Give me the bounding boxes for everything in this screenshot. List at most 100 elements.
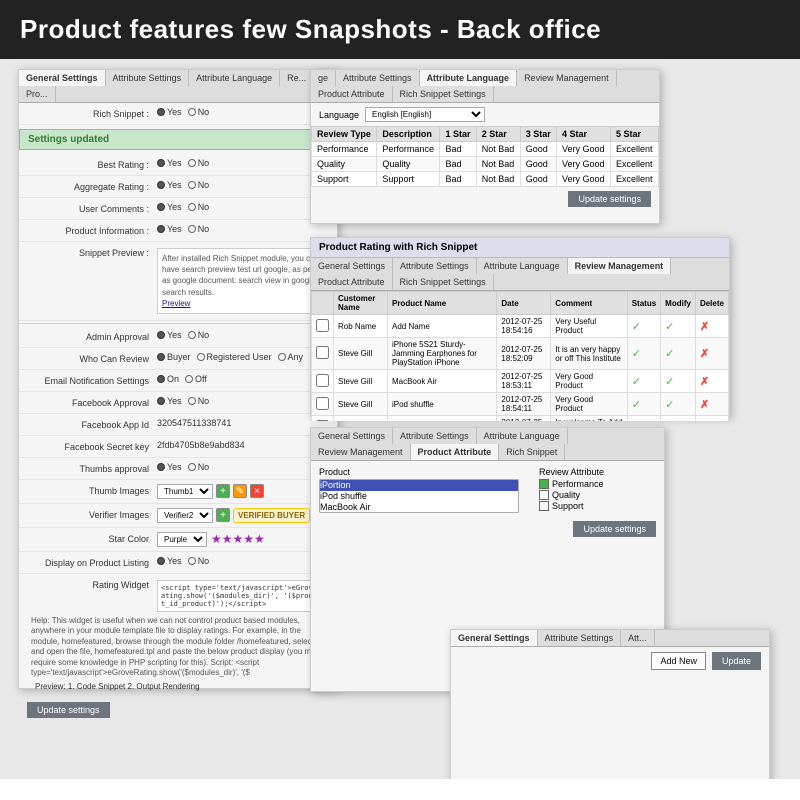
- review-checkbox[interactable]: [316, 420, 329, 422]
- thumb-edit-btn[interactable]: ✎: [233, 484, 247, 498]
- tab-general-settings[interactable]: General Settings: [19, 70, 106, 86]
- tab-pa-product[interactable]: Product Attribute: [411, 444, 500, 460]
- review-checkbox[interactable]: [316, 374, 329, 387]
- tab-r-rich[interactable]: Rich Snippet Settings: [393, 274, 494, 290]
- star-color-select[interactable]: Purple: [157, 532, 207, 547]
- add-new-btn[interactable]: Add New: [651, 652, 706, 670]
- thumbs-yes[interactable]: Yes: [157, 462, 182, 472]
- update-settings-btn[interactable]: Update settings: [27, 702, 110, 718]
- email-on[interactable]: On: [157, 374, 179, 384]
- aggregate-no[interactable]: No: [188, 180, 210, 190]
- any-opt[interactable]: Any: [278, 352, 304, 362]
- preview-label: Preview: 1. Code Snippet 2. Output Rende…: [27, 680, 208, 693]
- review-col-header: Delete: [695, 292, 728, 315]
- product-attr-update-btn[interactable]: Update settings: [573, 521, 656, 537]
- tab-al-general[interactable]: ge: [311, 70, 336, 86]
- best-rating-yes[interactable]: Yes: [157, 158, 182, 168]
- tab-al-rich[interactable]: Rich Snippet Settings: [393, 86, 494, 102]
- review-table-cell: iPod shuffle: [387, 393, 496, 416]
- review-checkbox[interactable]: [316, 346, 329, 359]
- listing-no[interactable]: No: [188, 556, 210, 566]
- attr-lang-cell: Support: [312, 172, 377, 187]
- thumb-add-btn[interactable]: +: [216, 484, 230, 498]
- tab-attribute-settings[interactable]: Attribute Settings: [106, 70, 190, 86]
- product-option-1[interactable]: iPod shuffle: [320, 491, 518, 502]
- attr-quality[interactable]: Quality: [539, 490, 604, 500]
- product-option-0[interactable]: iPortion: [320, 480, 518, 491]
- tab-r-lang[interactable]: Attribute Language: [477, 258, 568, 274]
- tab-product-attribute[interactable]: Pro...: [19, 86, 56, 102]
- attr-lang-table: Review Type Description 1 Star 2 Star 3 …: [311, 126, 659, 187]
- tab-rt-more[interactable]: Att...: [621, 630, 655, 646]
- product-select[interactable]: iPortion iPod shuffle MacBook Air: [319, 479, 519, 513]
- tab-r-general[interactable]: General Settings: [311, 258, 393, 274]
- settings-updated-banner: Settings updated: [19, 129, 337, 150]
- verifier-images-value: Verifier2 + VERIFIED BUYER: [157, 508, 329, 523]
- verifier-select[interactable]: Verifier2: [157, 508, 213, 523]
- tab-r-product[interactable]: Product Attribute: [311, 274, 393, 290]
- perf-checkbox[interactable]: [539, 479, 549, 489]
- qual-label: Quality: [552, 490, 580, 500]
- tab-pa-attr[interactable]: Attribute Settings: [393, 428, 477, 444]
- tab-pa-rich[interactable]: Rich Snippet: [499, 444, 565, 460]
- lang-select[interactable]: English [English]: [365, 107, 485, 122]
- user-comments-no[interactable]: No: [188, 202, 210, 212]
- qual-checkbox[interactable]: [539, 490, 549, 500]
- thumb-delete-btn[interactable]: ×: [250, 484, 264, 498]
- tab-r-attr[interactable]: Attribute Settings: [393, 258, 477, 274]
- tab-al-review[interactable]: Review Management: [517, 70, 617, 86]
- product-option-2[interactable]: MacBook Air: [320, 502, 518, 513]
- rich-snippet-no[interactable]: No: [188, 107, 210, 117]
- admin-approval-no[interactable]: No: [188, 330, 210, 340]
- product-info-no[interactable]: No: [188, 224, 210, 234]
- composite-area: General Settings Attribute Settings Attr…: [0, 59, 800, 779]
- best-rating-label: Best Rating :: [27, 158, 157, 170]
- tab-al-lang[interactable]: Attribute Language: [420, 70, 518, 86]
- attr-lang-cell: Performance: [312, 142, 377, 157]
- review-table-cell: 2012-07-25 18:54:16: [497, 315, 551, 338]
- check-icon: ✓: [665, 321, 674, 333]
- registered-opt[interactable]: Registered User: [197, 352, 272, 362]
- listing-yes[interactable]: Yes: [157, 556, 182, 566]
- attr-performance[interactable]: Performance: [539, 479, 604, 489]
- tab-r-review[interactable]: Review Management: [568, 258, 672, 274]
- rating-widget-row: Rating Widget <script type='text/javascr…: [19, 574, 337, 698]
- thumb-images-select[interactable]: Thumb1: [157, 484, 213, 499]
- aggregate-yes[interactable]: Yes: [157, 180, 182, 190]
- product-info-yes[interactable]: Yes: [157, 224, 182, 234]
- attr-lang-update-btn[interactable]: Update settings: [568, 191, 651, 207]
- buyer-opt[interactable]: Buyer: [157, 352, 191, 362]
- verifier-add-btn[interactable]: +: [216, 508, 230, 522]
- rich-snippet-yes[interactable]: Yes: [157, 107, 182, 117]
- preview-link[interactable]: Preview: [162, 299, 190, 308]
- attr-lang-cell: Excellent: [611, 142, 659, 157]
- tab-al-product[interactable]: Product Attribute: [311, 86, 393, 102]
- best-rating-no[interactable]: No: [188, 158, 210, 168]
- review-checkbox[interactable]: [316, 319, 329, 332]
- rich-snippet-value: Yes No: [157, 107, 329, 117]
- tab-pa-review[interactable]: Review Management: [311, 444, 411, 460]
- col-2star: 2 Star: [476, 127, 520, 142]
- tab-al-attr[interactable]: Attribute Settings: [336, 70, 420, 86]
- email-off[interactable]: Off: [185, 374, 207, 384]
- tab-pa-lang[interactable]: Attribute Language: [477, 428, 568, 444]
- review-checkbox[interactable]: [316, 397, 329, 410]
- tab-rt-attr[interactable]: Attribute Settings: [538, 630, 622, 646]
- update-btn[interactable]: Update: [712, 652, 761, 670]
- thumbs-no[interactable]: No: [188, 462, 210, 472]
- admin-approval-yes[interactable]: Yes: [157, 330, 182, 340]
- tab-attribute-language[interactable]: Attribute Language: [189, 70, 280, 86]
- attr-lang-cell: Good: [520, 142, 556, 157]
- attr-support[interactable]: Support: [539, 501, 604, 511]
- attr-lang-cell: Support: [377, 172, 440, 187]
- fb-no[interactable]: No: [188, 396, 210, 406]
- supp-checkbox[interactable]: [539, 501, 549, 511]
- tab-rt-general[interactable]: General Settings: [451, 630, 538, 646]
- review-col-header: Comment: [551, 292, 627, 315]
- fb-yes[interactable]: Yes: [157, 396, 182, 406]
- tab-pa-general[interactable]: General Settings: [311, 428, 393, 444]
- snippet-desc: After installed Rich Snippet module, you…: [162, 253, 324, 298]
- email-notif-value: On Off: [157, 374, 329, 384]
- user-comments-yes[interactable]: Yes: [157, 202, 182, 212]
- check-icon: ✓: [632, 376, 641, 388]
